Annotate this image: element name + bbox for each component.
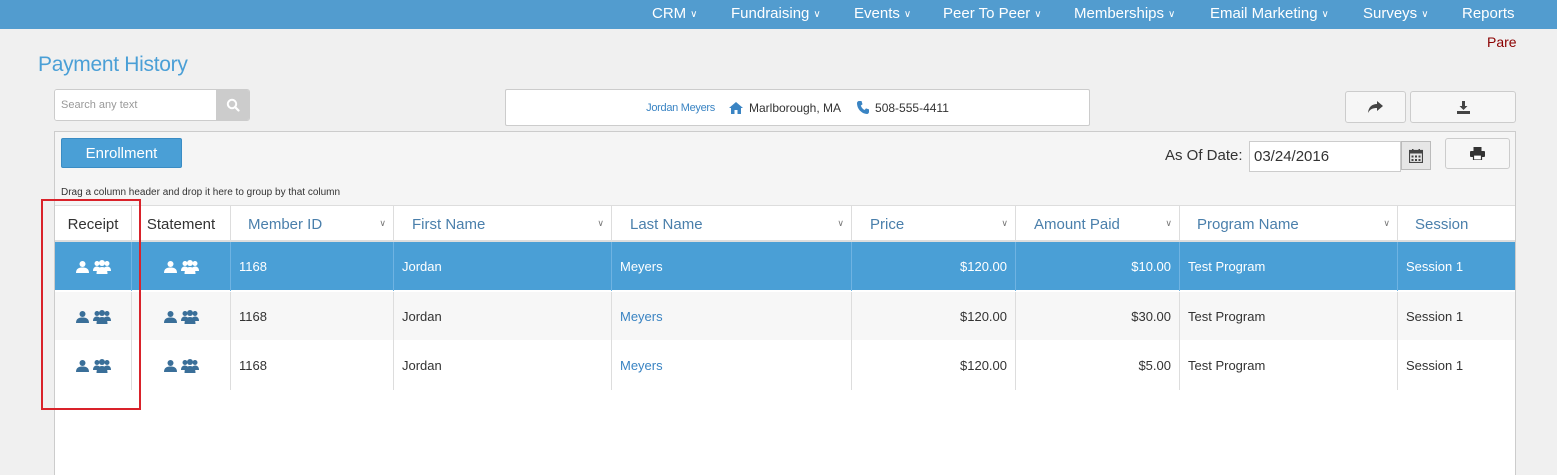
- table-row[interactable]: 1168 Jordan Meyers $120.00 $5.00 Test Pr…: [55, 341, 1515, 390]
- phone-icon: [857, 101, 870, 114]
- as-of-date-input[interactable]: 03/24/2016: [1249, 141, 1401, 172]
- chevron-down-icon: ∨: [1168, 9, 1176, 20]
- col-header-amount-paid[interactable]: Amount Paid ∨: [1016, 206, 1180, 242]
- payment-grid-panel: Enrollment As Of Date: 03/24/2016 Drag a…: [54, 131, 1516, 475]
- chevron-down-icon: ∨: [1034, 9, 1042, 20]
- users-group-icon: [180, 358, 199, 373]
- contact-name-link[interactable]: Jordan Meyers: [646, 102, 715, 114]
- grid-toolbar: Enrollment As Of Date: 03/24/2016 Drag a…: [55, 132, 1515, 206]
- col-header-last-name[interactable]: Last Name ∨: [612, 206, 852, 242]
- chevron-down-icon: ∨: [1421, 9, 1429, 20]
- statement-cell: [132, 242, 231, 291]
- print-button[interactable]: [1445, 138, 1510, 169]
- user-icon: [163, 260, 177, 273]
- enrollment-button[interactable]: Enrollment: [61, 138, 182, 168]
- chevron-down-icon: ∨: [1165, 218, 1172, 228]
- share-button[interactable]: [1345, 91, 1406, 123]
- as-of-date-label: As Of Date:: [1165, 147, 1243, 164]
- statement-icons[interactable]: [163, 358, 199, 373]
- col-header-program-name[interactable]: Program Name ∨: [1180, 206, 1398, 242]
- share-icon: [1368, 100, 1383, 113]
- amount-paid-cell: $30.00: [1016, 292, 1180, 341]
- program-name-cell: Test Program: [1180, 242, 1398, 291]
- download-button[interactable]: [1410, 91, 1516, 123]
- first-name-cell: Jordan: [394, 242, 612, 291]
- statement-icons[interactable]: [163, 309, 199, 324]
- statement-cell: [132, 292, 231, 341]
- receipt-column-highlight: [41, 199, 141, 410]
- col-header-price[interactable]: Price ∨: [852, 206, 1016, 242]
- search-button[interactable]: [216, 90, 249, 120]
- user-icon: [163, 359, 177, 372]
- chevron-down-icon: ∨: [903, 9, 912, 20]
- last-name-cell[interactable]: Meyers: [612, 242, 852, 291]
- page-title: Payment History: [38, 53, 188, 76]
- chevron-down-icon: ∨: [597, 218, 604, 228]
- nav-item-reports[interactable]: Reports: [1462, 5, 1515, 22]
- calendar-button[interactable]: [1401, 141, 1431, 170]
- table-row[interactable]: 1168 Jordan Meyers $120.00 $30.00 Test P…: [55, 292, 1515, 341]
- nav-item-events[interactable]: Events ∨: [854, 5, 911, 22]
- statement-cell: [132, 341, 231, 390]
- session-cell: Session 1: [1406, 358, 1464, 373]
- chevron-down-icon: ∨: [379, 218, 386, 228]
- group-by-hint: Drag a column header and drop it here to…: [61, 187, 341, 198]
- nav-item-peer-to-peer[interactable]: Peer To Peer ∨: [943, 5, 1042, 22]
- nav-item-memberships[interactable]: Memberships ∨: [1074, 5, 1175, 22]
- col-header-member-id[interactable]: Member ID ∨: [231, 206, 394, 242]
- contact-phone: 508-555-4411: [875, 100, 949, 115]
- last-name-link[interactable]: Meyers: [612, 292, 852, 341]
- first-name-cell: Jordan: [394, 341, 612, 390]
- contact-summary: Jordan Meyers Marlborough, MA 508-555-44…: [505, 89, 1090, 126]
- users-group-icon: [180, 259, 199, 274]
- col-header-session[interactable]: Session: [1398, 206, 1515, 242]
- users-group-icon: [180, 309, 199, 324]
- nav-item-email-marketing[interactable]: Email Marketing ∨: [1210, 5, 1329, 22]
- download-icon: [1456, 100, 1470, 114]
- calendar-icon: [1409, 148, 1423, 163]
- price-cell: $120.00: [852, 292, 1016, 341]
- nav-item-fundraising[interactable]: Fundraising ∨: [731, 5, 821, 22]
- search-icon: [226, 98, 240, 112]
- contact-location: Marlborough, MA: [748, 100, 842, 115]
- search-input[interactable]: [55, 90, 218, 120]
- chevron-down-icon: ∨: [1001, 218, 1008, 228]
- first-name-cell: Jordan: [394, 292, 612, 341]
- home-icon: [728, 101, 743, 114]
- statement-icons[interactable]: [163, 259, 199, 274]
- amount-paid-cell: $10.00: [1016, 242, 1180, 291]
- session-cell: Session 1: [1406, 259, 1464, 274]
- chevron-down-icon: ∨: [1383, 218, 1390, 228]
- chevron-down-icon: ∨: [837, 218, 844, 228]
- last-name-link[interactable]: Meyers: [612, 341, 852, 390]
- parent-link[interactable]: Pare: [1487, 34, 1516, 50]
- print-icon: [1470, 147, 1485, 160]
- top-navigation-bar: CRM ∨ Fundraising ∨ Events ∨ Peer To Peer ∨ …: [0, 0, 1557, 29]
- nav-item-surveys[interactable]: Surveys ∨: [1363, 5, 1429, 22]
- program-name-cell: Test Program: [1180, 341, 1398, 390]
- price-cell: $120.00: [852, 242, 1016, 291]
- col-header-first-name[interactable]: First Name ∨: [394, 206, 612, 242]
- member-id-cell: 1168: [231, 292, 394, 341]
- search-box: [54, 89, 250, 121]
- chevron-down-icon: ∨: [813, 9, 821, 20]
- session-cell: Session 1: [1406, 309, 1464, 324]
- amount-paid-cell: $5.00: [1016, 341, 1180, 390]
- member-id-cell: 1168: [231, 242, 394, 291]
- user-icon: [163, 310, 177, 323]
- table-row[interactable]: 1168 Jordan Meyers $120.00 $10.00 Test P…: [55, 242, 1515, 291]
- grid-header-row: Receipt Statement Member ID ∨ First Name ∨…: [55, 206, 1515, 242]
- col-header-statement[interactable]: Statement: [132, 206, 231, 242]
- program-name-cell: Test Program: [1180, 292, 1398, 341]
- member-id-cell: 1168: [231, 341, 394, 390]
- chevron-down-icon: ∨: [1321, 9, 1329, 20]
- price-cell: $120.00: [852, 341, 1016, 390]
- nav-item-crm[interactable]: CRM ∨: [652, 5, 698, 22]
- chevron-down-icon: ∨: [690, 9, 698, 20]
